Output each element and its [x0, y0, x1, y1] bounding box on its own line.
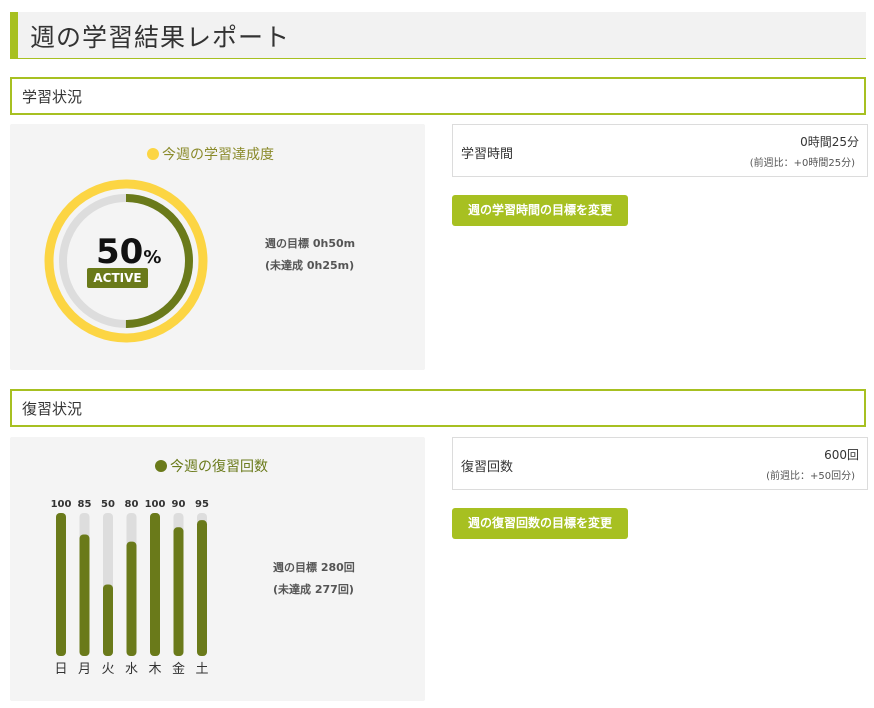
study-time-value: 0時間25分: [800, 135, 859, 149]
bar-月: [79, 534, 90, 656]
percent-number: 50: [96, 232, 144, 272]
percent-symbol: %: [143, 247, 162, 268]
review-goal-line: 週の目標 280回: [273, 561, 355, 574]
bar-土: [197, 520, 207, 656]
bar-value-label: 100: [145, 499, 166, 510]
day-label: 金: [172, 661, 185, 677]
study-goal-text: 週の目標 0h50m (未達成 0h25m): [265, 233, 355, 277]
bar-value-label: 100: [51, 499, 72, 510]
review-count-comparison: (前週比：+50回分): [766, 471, 855, 482]
study-time-box: 学習時間 0時間25分 (前週比：+0時間25分): [452, 124, 868, 177]
day-label: 火: [101, 662, 114, 677]
bar-日: [56, 513, 66, 656]
active-badge: ACTIVE: [87, 268, 148, 288]
bar-value-label: 50: [101, 499, 115, 510]
day-label: 日: [54, 662, 67, 677]
review-goal-text: 週の目標 280回 (未達成 277回): [273, 557, 355, 601]
bar-金: [173, 527, 184, 656]
study-time-label: 学習時間: [461, 147, 514, 162]
study-time-comparison: (前週比：+0時間25分): [749, 158, 855, 169]
bar-value-label: 90: [172, 499, 186, 510]
study-goal-line: 週の目標 0h50m: [265, 237, 356, 250]
change-study-time-goal-button[interactable]: 週の学習時間の目標を変更: [452, 195, 628, 226]
page-title: 週の学習結果レポート: [30, 23, 291, 52]
header-accent-bar: [10, 12, 18, 58]
review-count-box: 復習回数 600回 (前週比：+50回分): [452, 437, 868, 490]
bar-火: [103, 584, 113, 656]
study-remaining-line: (未達成 0h25m): [265, 259, 355, 272]
day-label: 水: [125, 662, 138, 677]
day-label: 月: [78, 662, 91, 677]
review-count-label: 復習回数: [461, 460, 514, 475]
achievement-percent: 50%: [96, 232, 161, 272]
review-section-header: 復習状況: [10, 389, 866, 427]
bar-value-label: 85: [78, 499, 92, 510]
day-label: 木: [148, 662, 161, 677]
bar-value-label: 80: [125, 499, 139, 510]
change-review-count-goal-button[interactable]: 週の復習回数の目標を変更: [452, 508, 628, 539]
bar-木: [150, 513, 160, 656]
day-label: 土: [195, 662, 208, 677]
review-remaining-line: (未達成 277回): [273, 583, 354, 596]
page-header: 週の学習結果レポート: [10, 12, 866, 59]
review-bar-chart: 100 日 85 月 50 火 80 水 100 木 90 金 95 土: [51, 499, 209, 677]
study-section-header: 学習状況: [10, 77, 866, 115]
bar-value-label: 95: [195, 499, 209, 510]
study-section-title: 学習状況: [22, 88, 83, 106]
bar-水: [126, 541, 137, 656]
review-section-title: 復習状況: [22, 400, 83, 418]
review-count-value: 600回: [824, 448, 859, 462]
